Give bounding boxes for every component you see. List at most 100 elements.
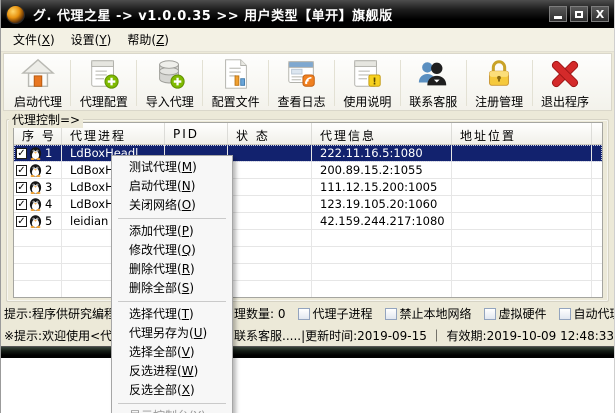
manual-button[interactable]: ! 使用说明	[337, 55, 397, 111]
home-icon	[21, 57, 55, 91]
empty-cell	[14, 247, 62, 263]
import-proxy-button[interactable]: 导入代理	[140, 55, 200, 111]
menu-settings[interactable]: 设置(Y)	[63, 28, 120, 51]
row-number: 3	[45, 180, 52, 194]
checkbox-icon[interactable]	[484, 308, 496, 320]
penguin-icon	[29, 163, 43, 177]
row-checkbox[interactable]: ✓	[16, 199, 27, 210]
context-menu-item-显示控制台[interactable]: 显示控制台(Y)	[112, 407, 232, 413]
context-menu-item-删除代理[interactable]: 删除代理(R)	[112, 260, 232, 279]
table-row[interactable]: ✓4LdBoxHe123.19.105.20:1060	[14, 196, 602, 213]
start-proxy-button[interactable]: 启动代理	[8, 55, 68, 111]
table-row[interactable]: ✓5leidian42.159.244.217:1080	[14, 213, 602, 230]
checkbox-label: 虚拟硬件	[499, 305, 547, 322]
proxy-count-text: 理数量: 0	[234, 305, 286, 322]
cell-location	[452, 179, 592, 195]
context-menu-item-代理另存为[interactable]: 代理另存为(U)	[112, 324, 232, 343]
empty-table-row	[14, 281, 602, 298]
checkbox-icon[interactable]	[385, 308, 397, 320]
header-proxy-info[interactable]: 代理信息	[312, 123, 452, 144]
app-window: グ. 代理之星 -> v1.0.0.35 >> 用户类型【单开】旗舰版 X 文件…	[0, 0, 615, 413]
cell-spacer	[592, 213, 602, 229]
row-checkbox[interactable]: ✓	[16, 148, 27, 159]
option-checkbox-自动代理[interactable]: 自动代理	[559, 305, 615, 322]
context-menu-item-修改代理[interactable]: 修改代理(Q)	[112, 241, 232, 260]
menu-help[interactable]: 帮助(Z)	[119, 28, 177, 51]
empty-table-row	[14, 230, 602, 247]
cell-location	[452, 213, 592, 229]
welcome-text: ※提示:欢迎使用<代	[4, 327, 112, 344]
register-button[interactable]: 注册管理	[469, 55, 529, 111]
context-menu-item-反选进程[interactable]: 反选进程(W)	[112, 362, 232, 381]
context-menu-item-启动代理[interactable]: 启动代理(N)	[112, 177, 232, 196]
cell-status	[228, 179, 312, 195]
table-row[interactable]: ✓2LdBoxHe200.89.15.2:1055	[14, 162, 602, 179]
menu-separator	[118, 218, 226, 219]
titlebar: グ. 代理之星 -> v1.0.0.35 >> 用户类型【单开】旗舰版 X	[1, 0, 614, 28]
cell-spacer	[592, 145, 602, 161]
empty-cell	[452, 264, 592, 280]
option-checkbox-禁止本地网络[interactable]: 禁止本地网络	[385, 305, 472, 322]
checkbox-icon[interactable]	[559, 308, 571, 320]
bottom-blank-area	[1, 358, 614, 413]
exit-button[interactable]: 退出程序	[535, 55, 595, 111]
checkbox-label: 代理子进程	[313, 305, 373, 322]
row-checkbox[interactable]: ✓	[16, 165, 27, 176]
database-plus-icon	[153, 57, 187, 91]
window-title: グ. 代理之星 -> v1.0.0.35 >> 用户类型【单开】旗舰版	[33, 5, 543, 24]
row-checkbox[interactable]: ✓	[16, 216, 27, 227]
empty-cell	[14, 230, 62, 246]
context-menu-item-关闭网络[interactable]: 关闭网络(O)	[112, 196, 232, 215]
context-menu-item-反选全部[interactable]: 反选全部(X)	[112, 381, 232, 400]
cell-proxy-info: 222.11.16.5:1080	[312, 145, 452, 161]
penguin-icon	[29, 180, 43, 194]
empty-cell	[228, 281, 312, 297]
cell-proxy-info: 42.159.244.217:1080	[312, 213, 452, 229]
cell-location	[452, 196, 592, 212]
option-checkbox-虚拟硬件[interactable]: 虚拟硬件	[484, 305, 547, 322]
context-menu-item-添加代理[interactable]: 添加代理(P)	[112, 222, 232, 241]
toolbar-separator	[268, 60, 269, 106]
checkbox-icon[interactable]	[298, 308, 310, 320]
cell-status	[228, 145, 312, 161]
log-window-icon	[285, 57, 319, 91]
minimize-button[interactable]	[549, 6, 567, 22]
view-log-button[interactable]: 查看日志	[272, 55, 332, 111]
row-checkbox[interactable]: ✓	[16, 182, 27, 193]
header-status[interactable]: 状 态	[228, 123, 312, 144]
empty-cell	[228, 264, 312, 280]
minimize-icon	[554, 16, 562, 19]
empty-table-row	[14, 264, 602, 281]
context-menu-item-选择全部[interactable]: 选择全部(V)	[112, 343, 232, 362]
lock-icon	[482, 57, 516, 91]
contact-support-button[interactable]: 联系客服	[403, 55, 463, 111]
option-checkbox-代理子进程[interactable]: 代理子进程	[298, 305, 373, 322]
toolbar-separator	[400, 60, 401, 106]
empty-cell	[312, 247, 452, 263]
app-logo-icon	[6, 5, 25, 24]
empty-cell	[14, 281, 62, 297]
penguin-icon	[29, 146, 43, 160]
table-row[interactable]: ✓1LdBoxHeadl222.11.16.5:1080	[14, 145, 602, 162]
license-text: 联系客服.....|更新时间:2019-09-15 ｜ 有效期:2019-10-…	[234, 327, 614, 344]
header-location[interactable]: 地址位置	[452, 123, 592, 144]
toolbar-separator	[202, 60, 203, 106]
cell-location	[452, 162, 592, 178]
menu-file[interactable]: 文件(X)	[5, 28, 63, 51]
header-spacer	[592, 123, 602, 144]
context-menu: 测试代理(M)启动代理(N)关闭网络(O) 添加代理(P)修改代理(Q)删除代理(…	[111, 155, 233, 413]
config-file-button[interactable]: 配置文件	[206, 55, 266, 111]
empty-cell	[312, 264, 452, 280]
context-menu-item-选择代理[interactable]: 选择代理(T)	[112, 305, 232, 324]
context-menu-item-测试代理[interactable]: 测试代理(M)	[112, 158, 232, 177]
proxy-config-button[interactable]: 代理配置	[74, 55, 134, 111]
context-menu-item-删除全部[interactable]: 删除全部(S)	[112, 279, 232, 298]
cell-spacer	[592, 162, 602, 178]
header-pid[interactable]: PID	[165, 123, 228, 144]
maximize-button[interactable]	[570, 6, 588, 22]
table-row[interactable]: ✓3LdBoxHe111.12.15.200:1005	[14, 179, 602, 196]
table-header: 序 号 代理进程 PID 状 态 代理信息 地址位置	[14, 123, 602, 145]
close-button[interactable]: X	[591, 6, 609, 22]
close-icon: X	[596, 9, 604, 20]
svg-text:!: !	[373, 76, 377, 87]
